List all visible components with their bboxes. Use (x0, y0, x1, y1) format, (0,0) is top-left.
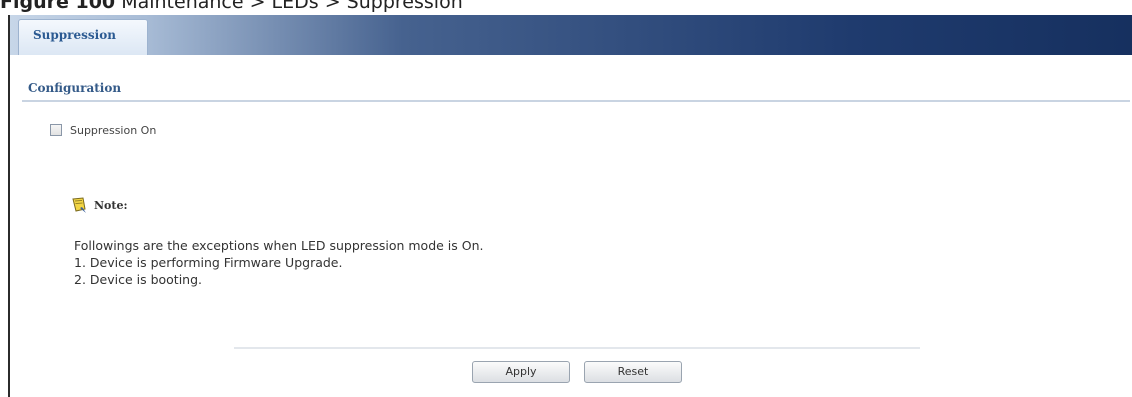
suppression-on-checkbox[interactable] (50, 124, 62, 136)
tab-bar: Suppression (10, 15, 1132, 55)
figure-label: Figure 100 (0, 0, 116, 13)
note-line: Followings are the exceptions when LED s… (74, 238, 484, 253)
note-icon (72, 197, 86, 213)
suppression-on-row: Suppression On (50, 122, 156, 138)
tab-suppression[interactable]: Suppression (18, 19, 148, 55)
note-line: 2. Device is booting. (74, 272, 203, 287)
section-divider (22, 100, 1130, 102)
note-title: Note: (94, 198, 128, 212)
figure-caption: Figure 100 Maintenance > LEDs > Suppress… (0, 0, 463, 13)
note-line: 1. Device is performing Firmware Upgrade… (74, 255, 343, 270)
suppression-on-label: Suppression On (70, 123, 157, 137)
note-body: Followings are the exceptions when LED s… (74, 237, 484, 288)
apply-button[interactable]: Apply (472, 361, 570, 383)
figure-path: Maintenance > LEDs > Suppression (121, 0, 463, 13)
section-title-configuration: Configuration (28, 81, 122, 95)
note-header: Note: (70, 196, 128, 214)
reset-button[interactable]: Reset (584, 361, 682, 383)
suppression-panel: Suppression Configuration Suppression On… (8, 15, 1132, 397)
button-divider (234, 347, 920, 349)
